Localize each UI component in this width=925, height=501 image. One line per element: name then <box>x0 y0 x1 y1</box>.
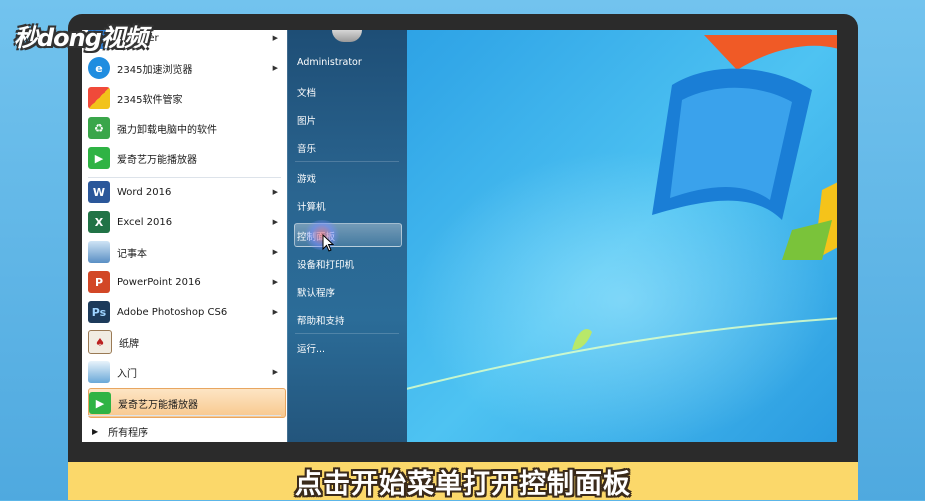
leaf-shape <box>572 329 592 350</box>
solitaire-icon: ♠ <box>88 330 112 354</box>
submenu-arrow-icon: ▶ <box>272 248 278 256</box>
menu-item-label: 2345加速浏览器 <box>117 64 193 76</box>
place-devices-printers[interactable]: 设备和打印机 <box>297 257 354 271</box>
wallpaper-streak <box>402 317 837 391</box>
recycle-bin-icon: ♻ <box>88 117 110 139</box>
iqiyi-icon: ▶ <box>89 392 111 414</box>
menu-item-label: PowerPoint 2016 <box>117 276 201 288</box>
menu-item-label: 入门 <box>117 368 137 380</box>
place-run[interactable]: 运行... <box>297 341 325 355</box>
submenu-arrow-icon: ▶ <box>272 218 278 226</box>
place-music[interactable]: 音乐 <box>297 141 316 155</box>
menu-item-2345-browser[interactable]: e 2345加速浏览器 ▶ <box>88 54 284 82</box>
menu-item-label: Word 2016 <box>117 186 172 198</box>
places-separator <box>295 333 399 334</box>
mouse-cursor-icon <box>322 234 334 252</box>
menu-item-label: 爱奇艺万能播放器 <box>118 399 198 411</box>
menu-item-label: 2345软件管家 <box>117 94 183 106</box>
subtitle-text: 点击开始菜单打开控制面板 <box>295 468 631 500</box>
places-separator <box>295 161 399 162</box>
menu-item-photoshop[interactable]: Ps Adobe Photoshop CS6 ▶ <box>88 298 284 326</box>
menu-item-solitaire[interactable]: ♠ 纸牌 <box>88 328 284 356</box>
menu-item-getting-started[interactable]: 入门 ▶ <box>88 358 284 386</box>
software-manager-icon <box>88 87 110 109</box>
subtitle-bar: 点击开始菜单打开控制面板 <box>68 462 858 500</box>
excel-icon: X <box>88 211 110 233</box>
place-documents[interactable]: 文档 <box>297 85 316 99</box>
menu-item-uninstaller[interactable]: ♻ 强力卸载电脑中的软件 <box>88 114 284 142</box>
menu-item-excel[interactable]: X Excel 2016 ▶ <box>88 208 284 236</box>
menu-item-powerpoint[interactable]: P PowerPoint 2016 ▶ <box>88 268 284 296</box>
place-default-programs[interactable]: 默认程序 <box>297 285 335 299</box>
windows-logo-wallpaper <box>652 35 837 260</box>
iqiyi-icon: ▶ <box>88 147 110 169</box>
logo-blue-pane-light <box>670 87 792 200</box>
logo-red-pane <box>704 35 837 70</box>
submenu-arrow-icon: ▶ <box>272 188 278 196</box>
menu-item-label: 爱奇艺万能播放器 <box>117 154 197 166</box>
menu-item-label: Adobe Photoshop CS6 <box>117 306 228 318</box>
menu-item-2345-software-manager[interactable]: 2345软件管家 <box>88 84 284 112</box>
menu-item-label: Excel 2016 <box>117 216 173 228</box>
submenu-arrow-icon: ▶ <box>272 278 278 286</box>
start-menu: e Explorer ▶ e 2345加速浏览器 ▶ 2345软件管家 ♻ 强力… <box>82 30 407 442</box>
programs-pane: e Explorer ▶ e 2345加速浏览器 ▶ 2345软件管家 ♻ 强力… <box>82 30 288 442</box>
submenu-arrow-icon: ▶ <box>272 34 278 42</box>
place-pictures[interactable]: 图片 <box>297 113 316 127</box>
all-programs-label: 所有程序 <box>108 427 149 439</box>
video-watermark-logo: 秒dong视频 <box>14 24 148 52</box>
menu-item-notepad[interactable]: 记事本 ▶ <box>88 238 284 266</box>
browser-2345-icon: e <box>88 57 110 79</box>
getting-started-icon <box>88 361 110 383</box>
submenu-arrow-icon: ▶ <box>272 64 278 72</box>
menu-item-label: 记事本 <box>117 248 147 260</box>
menu-item-iqiyi-pinned[interactable]: ▶ 爱奇艺万能播放器 <box>88 388 286 418</box>
place-computer[interactable]: 计算机 <box>297 199 326 213</box>
triangle-right-icon: ▶ <box>92 426 99 436</box>
place-help-support[interactable]: 帮助和支持 <box>297 313 345 327</box>
menu-separator <box>88 415 281 416</box>
submenu-arrow-icon: ▶ <box>272 368 278 376</box>
word-icon: W <box>88 181 110 203</box>
menu-item-label: 纸牌 <box>119 338 139 350</box>
photoshop-icon: Ps <box>88 301 110 323</box>
notepad-icon <box>88 241 110 263</box>
streak-line <box>402 317 837 391</box>
menu-item-word[interactable]: W Word 2016 ▶ <box>88 178 284 206</box>
menu-item-iqiyi[interactable]: ▶ 爱奇艺万能播放器 <box>88 144 284 172</box>
all-programs-button[interactable]: ▶ 所有程序 <box>88 422 148 440</box>
user-avatar[interactable] <box>332 30 362 42</box>
place-games[interactable]: 游戏 <box>297 171 316 185</box>
submenu-arrow-icon: ▶ <box>272 308 278 316</box>
place-administrator[interactable]: Administrator <box>297 57 362 68</box>
menu-item-label: 强力卸载电脑中的软件 <box>117 124 217 136</box>
desktop-screen: e Explorer ▶ e 2345加速浏览器 ▶ 2345软件管家 ♻ 强力… <box>82 30 837 442</box>
powerpoint-icon: P <box>88 271 110 293</box>
